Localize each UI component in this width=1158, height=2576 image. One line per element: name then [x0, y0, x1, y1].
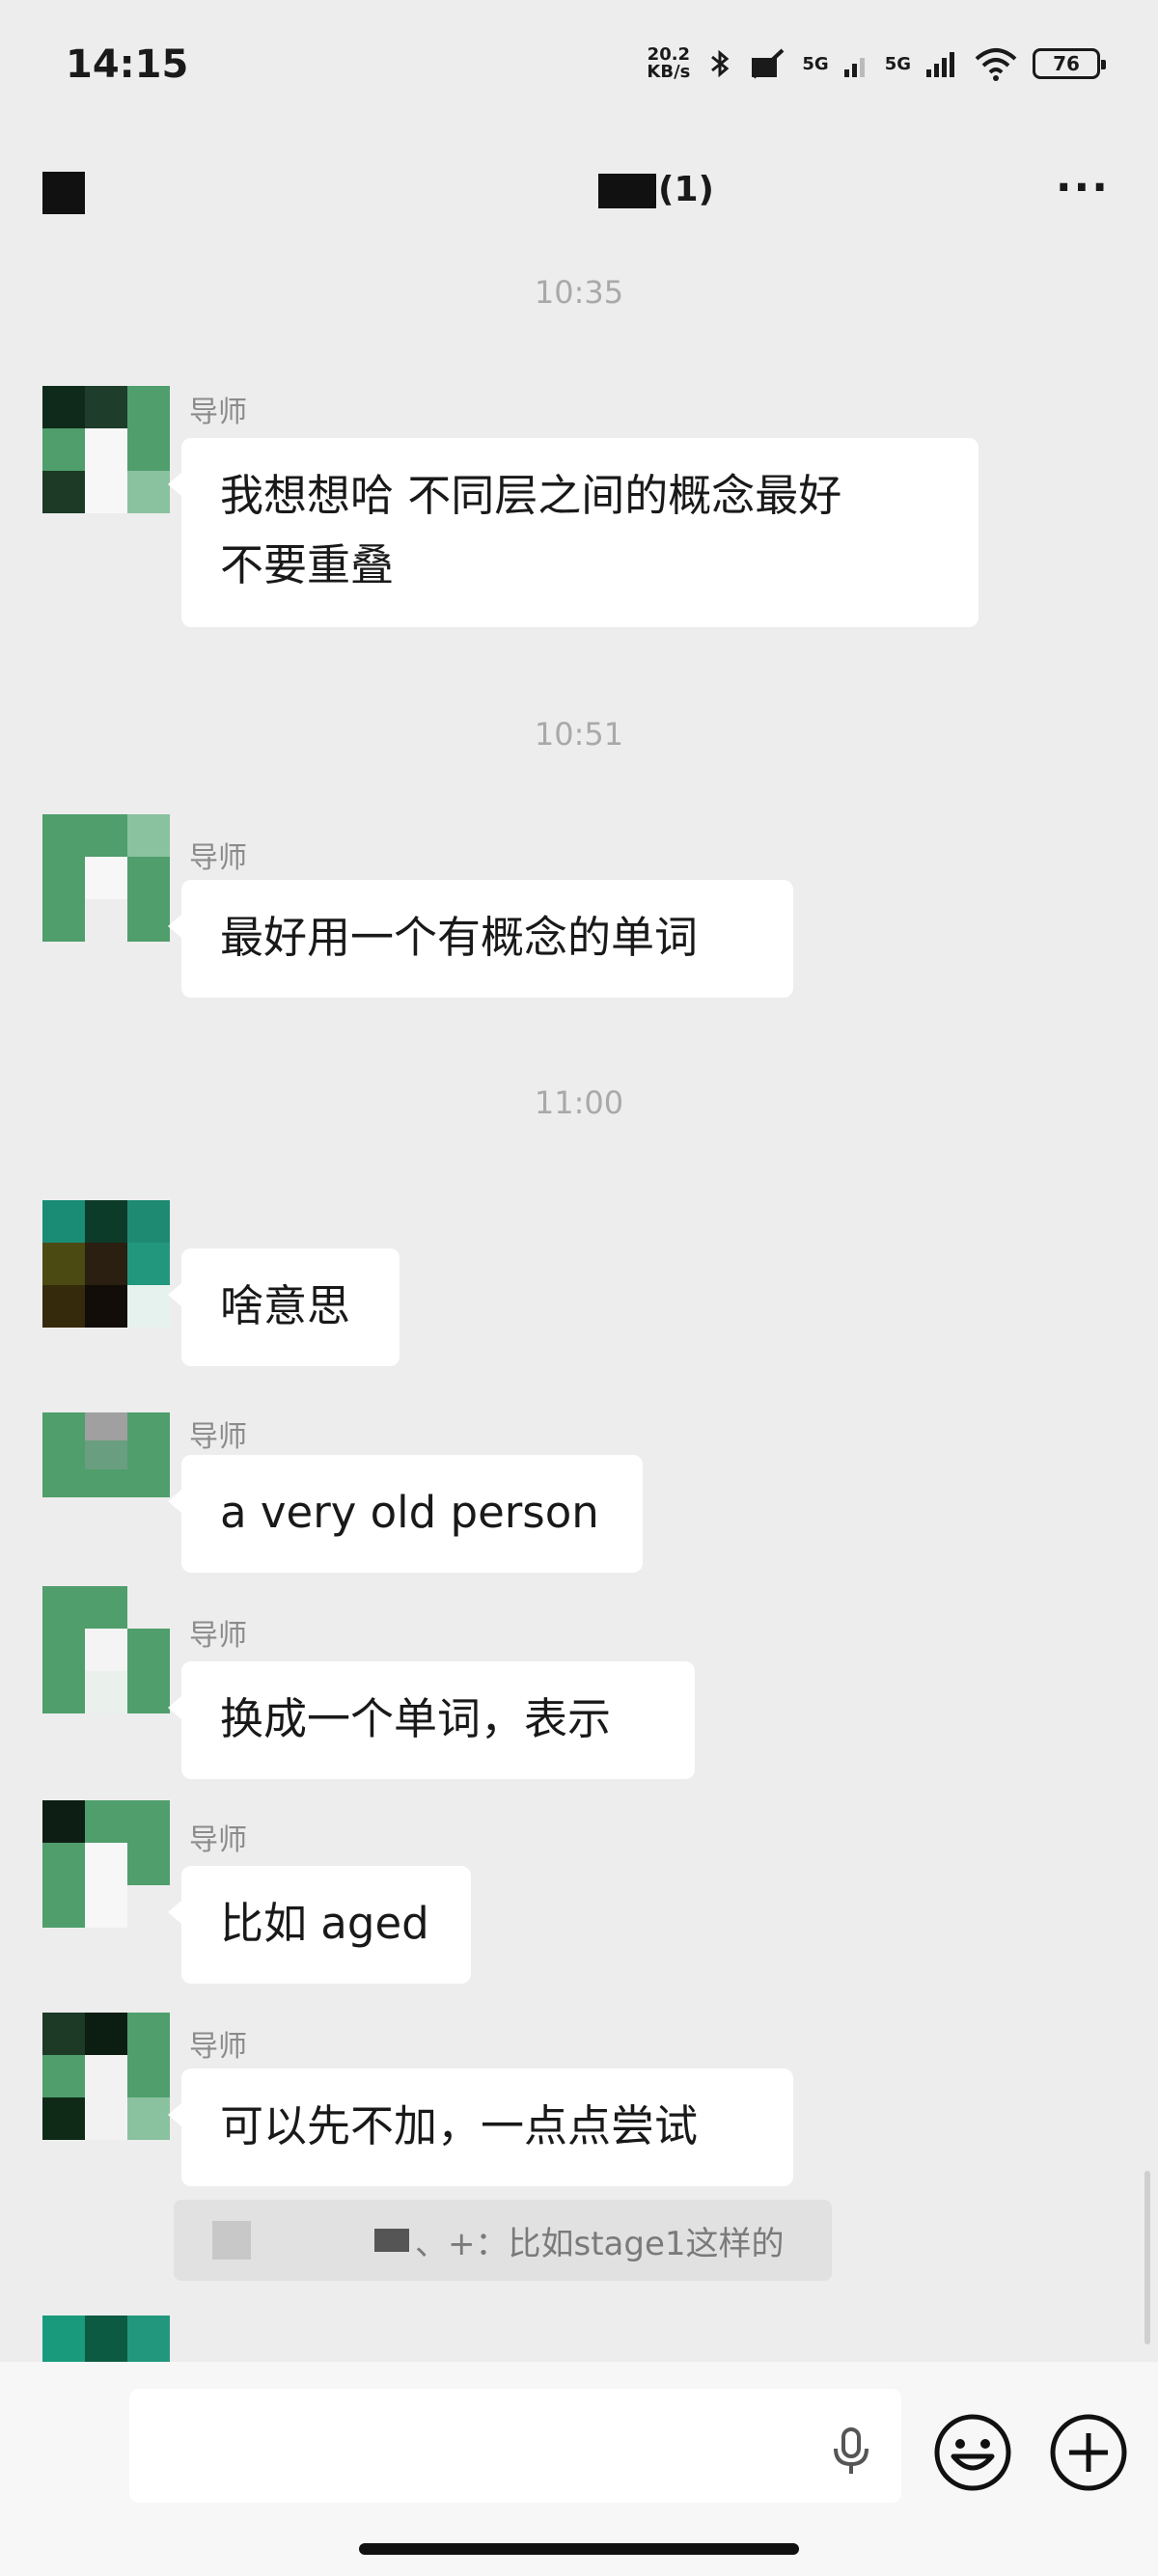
avatar[interactable] — [42, 1586, 170, 1713]
message-bubble[interactable]: 比如 aged — [168, 1866, 471, 1984]
plus-icon[interactable] — [1048, 2412, 1129, 2493]
network-speed: 20.2 KB/s — [647, 46, 690, 81]
status-bar: 14:15 20.2 KB/s 5G 5G 76 — [0, 0, 1158, 131]
avatar[interactable] — [42, 1200, 170, 1328]
avatar[interactable] — [42, 1800, 170, 1928]
message-text-line: 我想想哈 不同层之间的概念最好 — [220, 470, 842, 521]
quoted-reply[interactable]: 、+： 比如stage1这样的 — [174, 2200, 832, 2281]
back-button[interactable] — [42, 172, 85, 214]
message-text-line: 不要重叠 — [220, 539, 395, 590]
sender-name: 导师 — [189, 396, 247, 429]
sender-name: 导师 — [189, 1823, 247, 1857]
avatar[interactable] — [42, 386, 170, 513]
more-options-button[interactable]: ··· — [1056, 167, 1110, 209]
message-bubble[interactable]: 换成一个单词，表示 — [168, 1661, 695, 1779]
quote-mosaic — [212, 2221, 251, 2260]
timestamp: 11:00 — [534, 1084, 624, 1121]
emoji-icon[interactable] — [932, 2412, 1013, 2493]
timestamp: 10:35 — [534, 274, 624, 311]
wifi-icon — [975, 48, 1017, 81]
message-bubble[interactable]: a very old person — [168, 1455, 643, 1573]
title-mosaic — [598, 174, 656, 208]
sender-name: 导师 — [189, 2030, 247, 2064]
message-text: a very old person — [220, 1487, 599, 1538]
message-bubble[interactable]: 我想想哈 不同层之间的概念最好 不要重叠 — [168, 438, 979, 627]
message-bubble[interactable]: 可以先不加，一点点尝试 — [168, 2069, 793, 2186]
timestamp: 10:51 — [534, 716, 624, 753]
message-text: 可以先不加，一点点尝试 — [220, 2100, 699, 2151]
signal-1-label: 5G — [802, 53, 829, 74]
home-indicator[interactable] — [359, 2543, 799, 2555]
message-text: 啥意思 — [220, 1280, 351, 1331]
chat-title-count: (1) — [658, 170, 714, 209]
bluetooth-icon — [711, 49, 730, 78]
signal-2-label: 5G — [884, 53, 911, 74]
signal-2-icon — [926, 52, 954, 77]
sender-name: 导师 — [189, 1619, 247, 1653]
signal-1-icon — [843, 58, 865, 77]
battery-level: 76 — [1053, 52, 1080, 75]
message-text: 最好用一个有概念的单词 — [220, 912, 699, 963]
nav-bar: (1) ··· — [0, 145, 1158, 241]
message-input[interactable] — [129, 2389, 901, 2503]
quote-separator: 、+： — [415, 2224, 509, 2263]
scrollbar[interactable] — [1144, 2171, 1150, 2344]
microphone-icon[interactable] — [824, 2424, 878, 2478]
chat-title: (1) — [598, 170, 714, 216]
message-text: 比如 aged — [220, 1898, 429, 1949]
status-time: 14:15 — [66, 42, 189, 87]
avatar[interactable] — [42, 1412, 170, 1497]
mute-icon — [752, 48, 785, 79]
message-text: 换成一个单词，表示 — [220, 1693, 612, 1744]
avatar[interactable] — [42, 2013, 170, 2140]
avatar[interactable] — [42, 2316, 170, 2362]
sender-name: 导师 — [189, 1420, 247, 1454]
battery-icon: 76 — [1033, 48, 1106, 79]
input-bar — [0, 2362, 1158, 2576]
network-speed-unit: KB/s — [647, 62, 691, 82]
message-bubble[interactable]: 最好用一个有概念的单词 — [168, 880, 793, 998]
quote-text: 比如stage1这样的 — [508, 2224, 785, 2263]
sender-name: 导师 — [189, 841, 247, 875]
message-bubble[interactable]: 啥意思 — [168, 1248, 400, 1366]
chat-screen: 14:15 20.2 KB/s 5G 5G 76 (1) ··· 10:35 导… — [0, 0, 1158, 2576]
quote-name-mosaic — [374, 2229, 409, 2252]
status-icons: 20.2 KB/s 5G 5G 76 — [647, 41, 1106, 87]
avatar[interactable] — [42, 814, 170, 942]
